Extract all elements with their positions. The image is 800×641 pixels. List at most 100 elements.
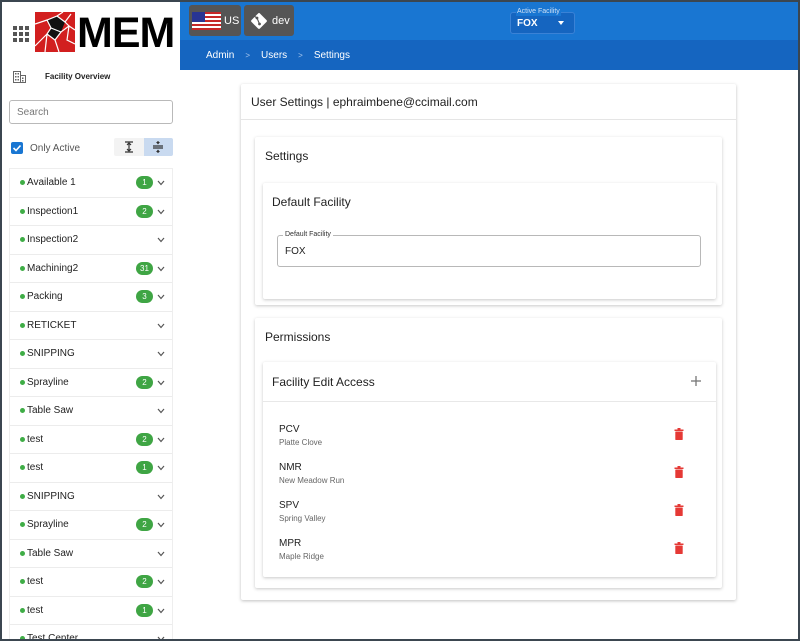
region-label: US — [224, 14, 240, 27]
chevron-down-icon[interactable] — [157, 237, 165, 243]
chevron-down-icon[interactable] — [157, 551, 165, 557]
line-list-item[interactable]: test 2 — [10, 568, 172, 597]
line-name: Test Center — [27, 633, 79, 639]
facility-access-item: MPR Maple Ridge — [279, 538, 699, 570]
chevron-down-icon[interactable] — [157, 266, 165, 272]
branch-chip[interactable]: dev — [244, 5, 294, 36]
line-list-item[interactable]: Table Saw — [10, 397, 172, 426]
line-list-item[interactable]: test 2 — [10, 425, 172, 454]
line-name: Packing — [27, 291, 63, 303]
breadcrumb-separator: > — [298, 50, 303, 60]
production-line-list: Available 1 1 Inspection1 2 Inspection2 Machi… — [9, 168, 173, 639]
only-active-checkbox[interactable] — [11, 142, 23, 154]
facility-edit-access-title: Facility Edit Access — [272, 375, 375, 389]
permissions-card: Permissions Facility Edit Access PCV Plat… — [255, 318, 722, 588]
facility-name: Maple Ridge — [279, 552, 324, 561]
logo[interactable]: MEM — [35, 9, 175, 57]
chevron-down-icon[interactable] — [157, 437, 165, 443]
delete-trash-icon[interactable] — [674, 542, 684, 554]
breadcrumb-separator: > — [245, 50, 251, 60]
chevron-down-icon[interactable] — [157, 465, 165, 471]
sidebar: MEM Facility Overview Only Active — [2, 2, 180, 639]
facility-overview-link[interactable]: Facility Overview — [2, 64, 180, 90]
delete-trash-icon[interactable] — [674, 504, 684, 516]
line-list-item[interactable]: Machining2 31 — [10, 254, 172, 283]
status-dot-icon — [20, 237, 25, 243]
only-active-label: Only Active — [30, 142, 81, 154]
chevron-down-icon[interactable] — [157, 579, 165, 585]
line-list-item[interactable]: test 1 — [10, 454, 172, 483]
chevron-down-icon[interactable] — [157, 608, 165, 614]
line-list-item[interactable]: Inspection1 2 — [10, 197, 172, 226]
chevron-down-icon[interactable] — [157, 351, 165, 357]
line-list-item[interactable]: RETICKET — [10, 311, 172, 340]
default-facility-field-label: Default Facility — [283, 230, 333, 240]
chevron-down-icon[interactable] — [157, 294, 165, 300]
chevron-down-icon[interactable] — [157, 209, 165, 215]
facility-name: New Meadow Run — [279, 476, 345, 485]
line-list-item[interactable]: test 1 — [10, 596, 172, 625]
line-name: SNIPPING — [27, 490, 75, 502]
facility-access-item: NMR New Meadow Run — [279, 462, 699, 494]
line-name: Sprayline — [27, 519, 69, 531]
line-name: RETICKET — [27, 319, 77, 331]
chevron-down-icon[interactable] — [157, 408, 165, 414]
chevron-down-icon[interactable] — [157, 380, 165, 386]
logo-mark-icon — [35, 12, 75, 52]
delete-trash-icon[interactable] — [674, 428, 684, 440]
dropdown-caret-icon — [558, 21, 564, 25]
line-name: test — [27, 462, 44, 474]
line-name: Available 1 — [27, 177, 76, 189]
chevron-down-icon[interactable] — [157, 636, 165, 639]
line-name: Inspection1 — [27, 205, 79, 217]
status-dot-icon — [20, 351, 25, 357]
line-name: Sprayline — [27, 376, 69, 388]
status-dot-icon — [20, 208, 25, 214]
us-flag-icon — [192, 11, 221, 30]
only-active-filter[interactable]: Only Active — [11, 141, 80, 155]
facility-code: SPV — [279, 500, 300, 511]
line-list-item[interactable]: Sprayline 2 — [10, 368, 172, 397]
facility-edit-access-header: Facility Edit Access — [263, 362, 716, 402]
breadcrumb-admin[interactable]: Admin — [206, 50, 234, 61]
search-input[interactable] — [9, 100, 173, 124]
default-facility-card: Default Facility Default Facility FOX — [263, 183, 716, 299]
count-badge: 2 — [136, 375, 153, 389]
line-name: test — [27, 604, 44, 616]
line-list-item[interactable]: SNIPPING — [10, 340, 172, 369]
chevron-down-icon[interactable] — [157, 494, 165, 500]
region-chip[interactable]: US — [189, 5, 241, 36]
chevron-down-icon[interactable] — [157, 180, 165, 186]
add-icon[interactable] — [690, 375, 702, 387]
top-bar: US dev Active Facility FOX — [180, 2, 798, 40]
line-list-item[interactable]: Available 1 1 — [10, 169, 172, 198]
status-dot-icon — [20, 465, 25, 471]
delete-trash-icon[interactable] — [674, 466, 684, 478]
status-dot-icon — [20, 379, 25, 385]
compact-rows-button[interactable] — [143, 138, 173, 156]
status-dot-icon — [20, 265, 25, 271]
default-facility-field[interactable]: Default Facility FOX — [277, 230, 701, 267]
line-list-item[interactable]: Sprayline 2 — [10, 511, 172, 540]
line-list-item[interactable]: Test Center — [10, 625, 172, 639]
expand-rows-button[interactable] — [114, 138, 144, 156]
line-list-item[interactable]: Packing 3 — [10, 283, 172, 312]
breadcrumb-users[interactable]: Users — [261, 50, 287, 61]
line-list-item[interactable]: Inspection2 — [10, 226, 172, 255]
git-branch-icon — [251, 12, 267, 29]
facility-access-item: SPV Spring Valley — [279, 500, 699, 532]
chevron-down-icon[interactable] — [157, 323, 165, 329]
line-list-item[interactable]: Table Saw — [10, 539, 172, 568]
facility-code: NMR — [279, 462, 302, 473]
apps-grid-icon[interactable] — [13, 26, 29, 42]
chevron-down-icon[interactable] — [157, 522, 165, 528]
brand-area: MEM — [2, 2, 180, 64]
active-facility-select[interactable]: Active Facility FOX — [510, 7, 575, 34]
status-dot-icon — [20, 550, 25, 556]
facility-code: PCV — [279, 424, 300, 435]
status-dot-icon — [20, 436, 25, 442]
line-list-item[interactable]: SNIPPING — [10, 482, 172, 511]
facility-name: Spring Valley — [279, 514, 326, 523]
line-name: Machining2 — [27, 262, 79, 274]
facility-overview-label: Facility Overview — [45, 72, 111, 81]
